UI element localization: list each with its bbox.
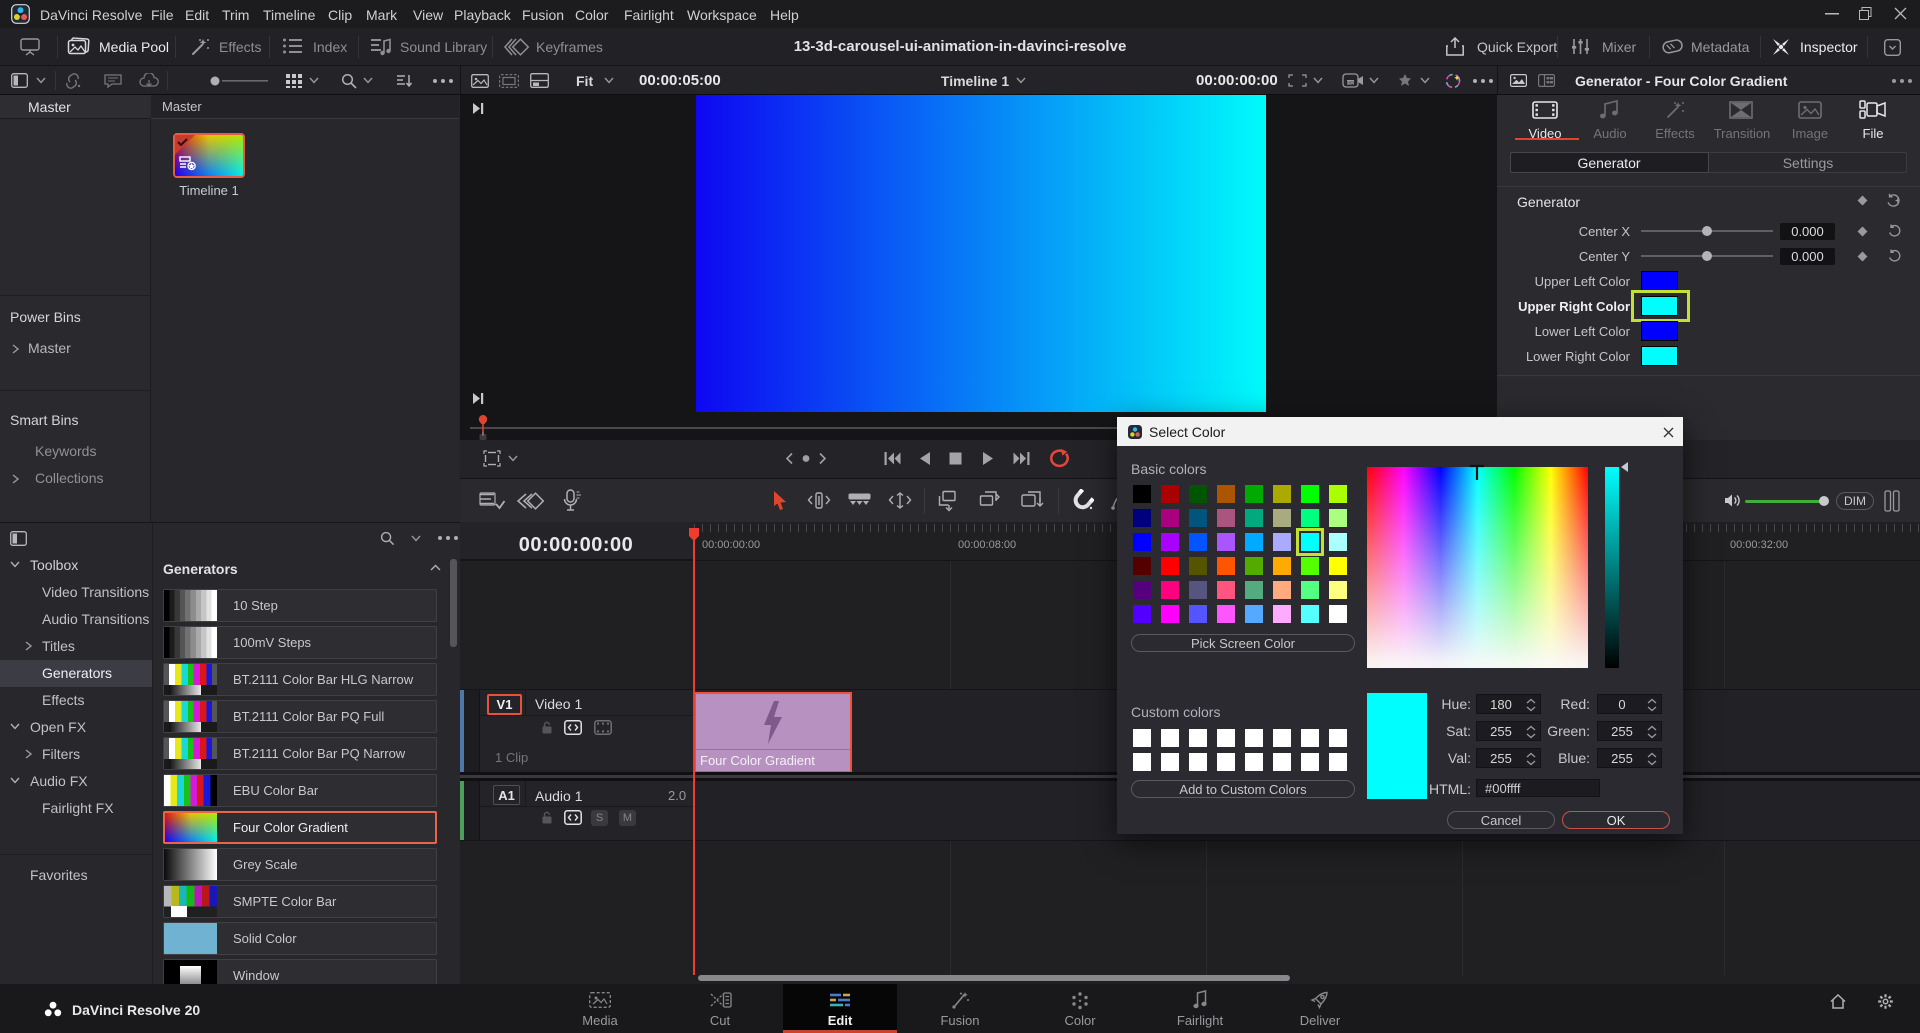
svg-text:HQ: HQ [1347,80,1354,85]
